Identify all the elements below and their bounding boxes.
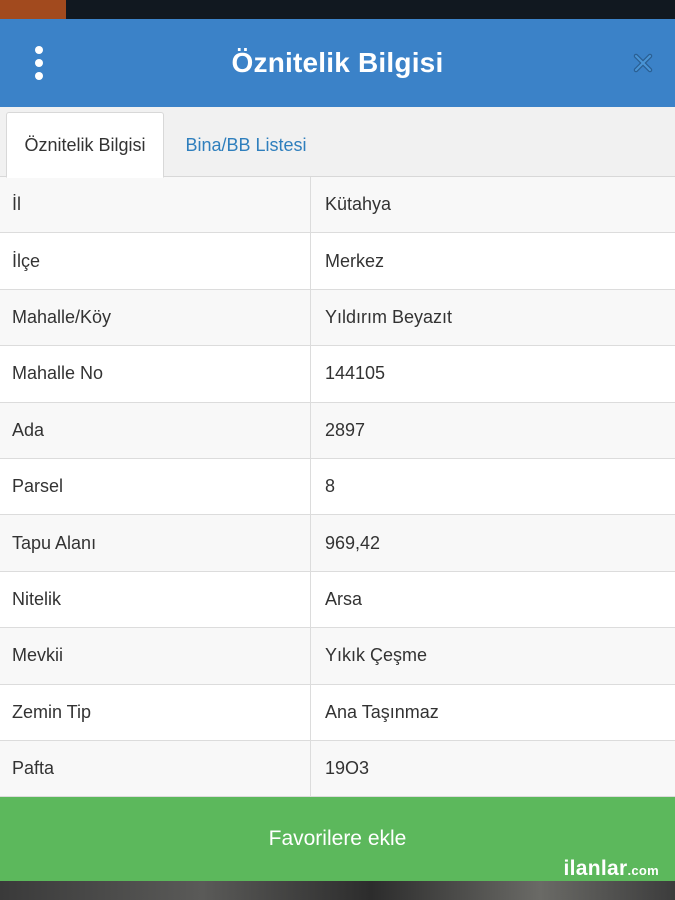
attribute-key: Tapu Alanı: [0, 515, 311, 571]
table-row: Zemin Tip Ana Taşınmaz: [0, 684, 675, 741]
table-row: İlçe Merkez: [0, 233, 675, 290]
attribute-key: Mahalle/Köy: [0, 289, 311, 346]
dialog-header: Öznitelik Bilgisi: [0, 19, 675, 107]
more-vertical-icon[interactable]: [22, 44, 56, 82]
watermark-suffix: .com: [627, 863, 659, 878]
tab-building-list[interactable]: Bina/BB Listesi: [170, 112, 322, 178]
tab-attribute-info[interactable]: Öznitelik Bilgisi: [6, 112, 164, 178]
table-row: Nitelik Arsa: [0, 571, 675, 629]
attribute-value: 8: [325, 476, 336, 497]
attribute-info-dialog: Öznitelik Bilgisi Öznitelik Bilgisi Bina…: [0, 19, 675, 881]
attribute-value: Merkez: [325, 250, 385, 271]
attribute-key: Ada: [0, 402, 311, 458]
watermark-brand: ilanlar: [563, 857, 628, 880]
attribute-value: Yıldırım Beyazıt: [325, 306, 453, 327]
attribute-key: Pafta: [0, 740, 311, 797]
attribute-key: Nitelik: [0, 571, 311, 628]
attribute-key: Mahalle No: [0, 346, 311, 402]
attribute-value: 2897: [325, 419, 366, 440]
background-photo-strip: [0, 881, 675, 900]
attribute-table: İl Kütahya İlçe Merkez Mahalle/Köy Yıldı…: [0, 177, 675, 798]
tab-bar: Öznitelik Bilgisi Bina/BB Listesi: [0, 107, 675, 178]
attribute-key: Mevkii: [0, 628, 311, 684]
table-row: Parsel 8: [0, 458, 675, 516]
attribute-value: Arsa: [325, 588, 363, 609]
table-row: Mevkii Yıkık Çeşme: [0, 628, 675, 685]
attribute-value: Yıkık Çeşme: [325, 645, 428, 666]
close-icon[interactable]: [627, 47, 659, 79]
table-row: Mahalle/Köy Yıldırım Beyazıt: [0, 289, 675, 347]
table-row: İl Kütahya: [0, 177, 675, 234]
attribute-value: 19O3: [325, 758, 370, 779]
table-row: Ada 2897: [0, 402, 675, 459]
attribute-value: Kütahya: [325, 194, 392, 215]
status-bar-accent: [0, 0, 66, 19]
attribute-value: 969,42: [325, 532, 381, 553]
table-row: Tapu Alanı 969,42: [0, 515, 675, 572]
dialog-title: Öznitelik Bilgisi: [231, 47, 444, 78]
table-row: Pafta 19O3: [0, 740, 675, 798]
attribute-key: Parsel: [0, 458, 311, 515]
attribute-value: Ana Taşınmaz: [325, 701, 439, 722]
attribute-key: İl: [0, 177, 311, 233]
attribute-key: Zemin Tip: [0, 684, 311, 740]
watermark-logo: ilanlar.com: [563, 857, 659, 881]
attribute-value: 144105: [325, 363, 386, 384]
attribute-key: İlçe: [0, 233, 311, 289]
status-bar: [0, 0, 675, 19]
table-row: Mahalle No 144105: [0, 346, 675, 403]
